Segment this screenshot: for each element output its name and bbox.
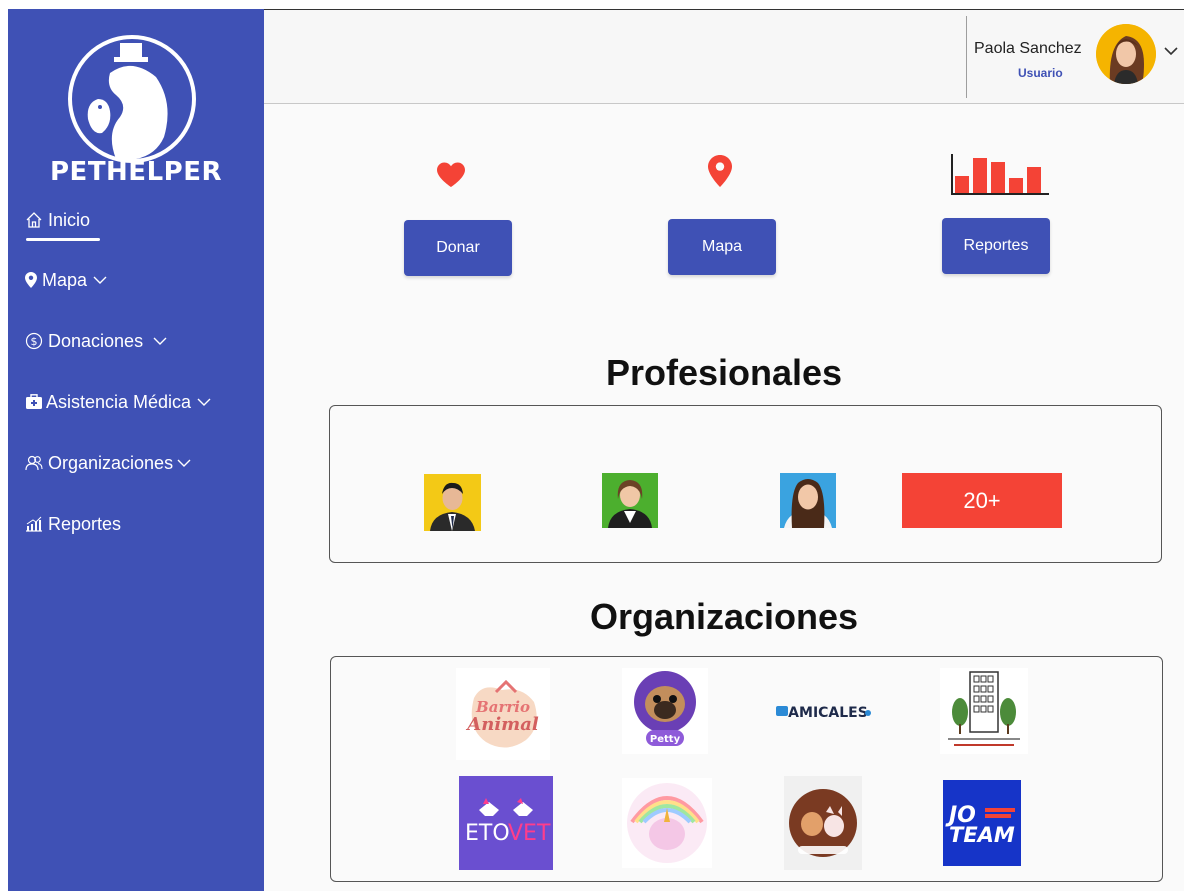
people-icon — [24, 453, 44, 473]
sidebar-item-label: Organizaciones — [48, 452, 174, 473]
organizations-title: Organizaciones — [589, 596, 859, 637]
professional-avatar[interactable] — [780, 473, 836, 528]
logo-text: VET — [508, 821, 551, 846]
sidebar-item-inicio[interactable]: Inicio — [24, 205, 90, 235]
sidebar-item-label: Reportes — [48, 513, 122, 534]
user-avatar[interactable] — [1096, 24, 1156, 84]
logo-text: Petty — [650, 734, 681, 745]
sidebar-item-asistencia-medica[interactable]: Asistencia Médica — [24, 387, 213, 417]
org-logo-pets[interactable] — [784, 776, 862, 870]
sidebar-item-reportes[interactable]: Reportes — [24, 509, 121, 539]
chevron-down-icon — [197, 394, 213, 410]
svg-text:$: $ — [31, 335, 38, 348]
home-icon — [24, 210, 44, 230]
organizations-panel — [330, 656, 1163, 882]
map-pin-icon — [708, 155, 732, 187]
sidebar-item-mapa[interactable]: Mapa — [24, 265, 109, 295]
professional-avatar[interactable] — [602, 473, 658, 528]
sidebar-item-label: Inicio — [48, 209, 91, 230]
user-name[interactable]: Paola Sanchez — [974, 40, 1082, 58]
mapa-button[interactable]: Mapa — [668, 219, 776, 275]
org-logo-jo-team[interactable]: JO TEAM — [943, 780, 1021, 866]
sidebar: PETHELPER Inicio Mapa $ Donaciones Asist… — [8, 9, 264, 891]
map-pin-icon — [24, 270, 38, 290]
org-logo-amicales[interactable]: AMICALES — [774, 698, 874, 726]
logo-text: Animal — [465, 714, 539, 735]
sidebar-item-label: Mapa — [42, 269, 88, 290]
org-logo-unicorn[interactable] — [622, 778, 712, 868]
heart-icon — [437, 162, 465, 187]
donar-button[interactable]: Donar — [404, 220, 512, 276]
org-logo-barrio-animal[interactable]: Barrio Animal — [456, 668, 550, 760]
org-logo-etovet[interactable]: ETO VET — [459, 776, 553, 870]
coin-icon: $ — [24, 331, 44, 351]
user-role: Usuario — [1018, 66, 1063, 80]
sidebar-item-organizaciones[interactable]: Organizaciones — [24, 448, 193, 478]
org-logo-building[interactable] — [940, 668, 1028, 754]
org-logo-petty[interactable]: Petty — [622, 668, 708, 754]
medical-kit-icon — [24, 392, 44, 412]
professionals-title: Profesionales — [605, 352, 843, 393]
chevron-down-icon — [153, 333, 169, 349]
more-professionals-button[interactable]: 20+ — [902, 473, 1062, 528]
logo-text: ETO — [465, 821, 510, 846]
professional-avatar[interactable] — [424, 474, 481, 531]
pethelper-logo-icon — [68, 35, 196, 163]
reportes-button[interactable]: Reportes — [942, 218, 1050, 274]
bar-chart-icon — [24, 514, 44, 534]
sidebar-item-label: Donaciones — [48, 330, 144, 351]
chevron-down-icon — [93, 272, 109, 288]
bar-chart-icon — [951, 154, 1049, 195]
sidebar-item-donaciones[interactable]: $ Donaciones — [24, 326, 169, 356]
chevron-down-icon[interactable] — [1162, 44, 1180, 58]
logo-text: TEAM — [949, 823, 1015, 847]
active-nav-indicator — [26, 238, 100, 241]
chevron-down-icon — [177, 455, 193, 471]
logo-text: AMICALES — [788, 705, 868, 721]
brand-name: PETHELPER — [50, 157, 222, 187]
brand[interactable]: PETHELPER — [8, 19, 264, 189]
sidebar-item-label: Asistencia Médica — [46, 391, 192, 412]
header-divider — [966, 16, 967, 98]
